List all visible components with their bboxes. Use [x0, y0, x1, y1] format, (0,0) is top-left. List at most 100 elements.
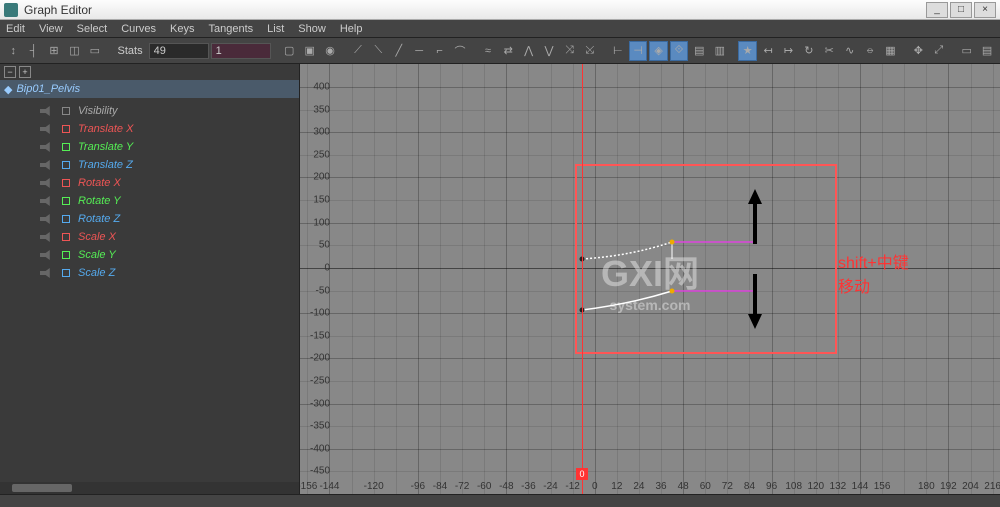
tangent-step-icon[interactable]: ⌐	[430, 41, 448, 61]
break-tangent-icon[interactable]: ⋀	[519, 41, 537, 61]
x-tick-label: 192	[940, 481, 957, 492]
color-swatch	[62, 143, 70, 151]
close-button[interactable]: ×	[974, 2, 996, 18]
color-swatch	[62, 125, 70, 133]
scroll-thumb[interactable]	[12, 484, 72, 492]
x-tick-label: 132	[830, 481, 847, 492]
tangent-plateau-icon[interactable]: ⌒	[451, 41, 469, 61]
maximize-button[interactable]: □	[950, 2, 972, 18]
menu-list[interactable]: List	[267, 23, 284, 35]
attr-row[interactable]: Visibility	[0, 102, 299, 120]
swap-buffer-icon[interactable]: ⇄	[499, 41, 517, 61]
titlebar: Graph Editor _ □ ×	[0, 0, 1000, 20]
attr-row[interactable]: Rotate X	[0, 174, 299, 192]
x-tick-label: -156	[300, 481, 317, 492]
select-icon[interactable]: ▭	[86, 41, 104, 61]
y-tick-label: 250	[313, 149, 330, 160]
unify-tangent-icon[interactable]: ⋁	[540, 41, 558, 61]
buffer-curve-icon[interactable]: ≈	[479, 41, 497, 61]
options-icon[interactable]: ▤	[978, 41, 996, 61]
attr-row[interactable]: Translate Z	[0, 156, 299, 174]
menu-edit[interactable]: Edit	[6, 23, 25, 35]
free-tangent-icon[interactable]: ⤨	[560, 41, 578, 61]
tangent-flat-icon[interactable]: ─	[410, 41, 428, 61]
mute-icon[interactable]	[40, 232, 54, 242]
graph-canvas[interactable]: GXI网 system.com shift+中键 移动	[300, 64, 1000, 494]
tangent-clamped-icon[interactable]: ⟍	[369, 41, 387, 61]
y-tick-label: -50	[316, 285, 330, 296]
menu-help[interactable]: Help	[340, 23, 363, 35]
move-keys-icon[interactable]: ↕	[4, 41, 22, 61]
attr-row[interactable]: Translate Y	[0, 138, 299, 156]
simplify-icon[interactable]: ⦵	[861, 41, 879, 61]
mute-icon[interactable]	[40, 196, 54, 206]
frame-playback-icon[interactable]: ▣	[300, 41, 318, 61]
x-tick-label: 48	[678, 481, 689, 492]
mute-icon[interactable]	[40, 178, 54, 188]
bookmark-icon[interactable]: ★	[738, 41, 756, 61]
attr-row[interactable]: Rotate Y	[0, 192, 299, 210]
mute-icon[interactable]	[40, 268, 54, 278]
menu-tangents[interactable]: Tangents	[209, 23, 254, 35]
bottom-scrollbar[interactable]	[0, 494, 1000, 507]
menu-select[interactable]: Select	[77, 23, 108, 35]
color-swatch	[62, 107, 70, 115]
pre-infinity-icon[interactable]: ↤	[759, 41, 777, 61]
timeline-icon[interactable]: ▥	[711, 41, 729, 61]
time-snap-icon[interactable]: ⊢	[609, 41, 627, 61]
attr-row[interactable]: Scale Z	[0, 264, 299, 282]
isolate-icon[interactable]: ◈	[649, 41, 667, 61]
time-cursor[interactable]: 0	[582, 64, 583, 494]
mute-icon[interactable]	[40, 250, 54, 260]
attr-row[interactable]: Scale Y	[0, 246, 299, 264]
menu-view[interactable]: View	[39, 23, 63, 35]
insert-keys-icon[interactable]: ┤	[24, 41, 42, 61]
lattice-icon[interactable]: ⊞	[45, 41, 63, 61]
tangent-spline-icon[interactable]: ⟋	[349, 41, 367, 61]
open-editor-icon[interactable]: ▭	[957, 41, 975, 61]
frame-all-icon[interactable]: ▢	[280, 41, 298, 61]
mute-icon[interactable]	[40, 142, 54, 152]
smooth-icon[interactable]: ∿	[840, 41, 858, 61]
expand-icon[interactable]: +	[19, 66, 31, 78]
tangent-linear-icon[interactable]: ╱	[390, 41, 408, 61]
collapse-icon[interactable]: −	[4, 66, 16, 78]
selection-rectangle	[575, 164, 837, 354]
menu-keys[interactable]: Keys	[170, 23, 194, 35]
post-infinity-icon[interactable]: ↦	[779, 41, 797, 61]
cycle-icon[interactable]: ↻	[800, 41, 818, 61]
stats-value-input[interactable]	[211, 43, 271, 59]
y-tick-label: 400	[313, 82, 330, 93]
scale-tool-icon[interactable]: ⤢	[930, 41, 948, 61]
sidebar-scrollbar-h[interactable]	[0, 482, 299, 494]
node-header[interactable]: ◆ Bip01_Pelvis	[0, 80, 299, 98]
y-tick-label: 300	[313, 127, 330, 138]
menu-show[interactable]: Show	[298, 23, 326, 35]
center-icon[interactable]: ◉	[321, 41, 339, 61]
stats-frame-input[interactable]	[149, 43, 209, 59]
x-tick-label: -24	[543, 481, 557, 492]
attr-row[interactable]: Translate X	[0, 120, 299, 138]
x-tick-label: 120	[807, 481, 824, 492]
auto-tangent-icon[interactable]: ⟐	[670, 41, 688, 61]
region-icon[interactable]: ◫	[65, 41, 83, 61]
x-tick-label: 84	[744, 481, 755, 492]
mute-icon[interactable]	[40, 160, 54, 170]
minimize-button[interactable]: _	[926, 2, 948, 18]
attr-row[interactable]: Rotate Z	[0, 210, 299, 228]
mute-icon[interactable]	[40, 106, 54, 116]
attr-row[interactable]: Scale X	[0, 228, 299, 246]
move-tool-icon[interactable]: ✥	[909, 41, 927, 61]
lock-tangent-icon[interactable]: ⤩	[581, 41, 599, 61]
mute-icon[interactable]	[40, 214, 54, 224]
x-tick-label: 180	[918, 481, 935, 492]
x-tick-label: 156	[874, 481, 891, 492]
y-tick-label: 150	[313, 195, 330, 206]
value-snap-icon[interactable]: ⊣	[629, 41, 647, 61]
attr-label: Scale Z	[78, 267, 115, 279]
menu-curves[interactable]: Curves	[121, 23, 156, 35]
dopesheet-icon[interactable]: ▤	[690, 41, 708, 61]
bake-icon[interactable]: ▦	[881, 41, 899, 61]
cut-icon[interactable]: ✂	[820, 41, 838, 61]
mute-icon[interactable]	[40, 124, 54, 134]
